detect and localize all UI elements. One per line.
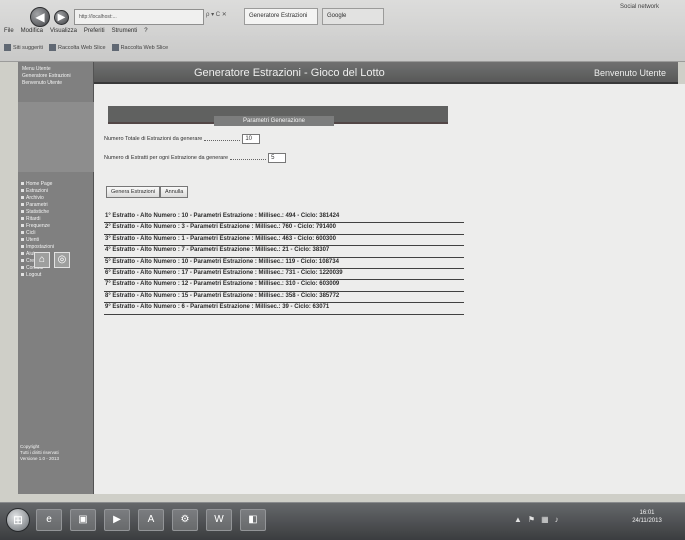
menu-modifica[interactable]: Modifica: [21, 28, 43, 37]
bullet-icon: [21, 196, 24, 199]
tab-generatore[interactable]: Generatore Estrazioni: [244, 8, 318, 25]
sidebar: Menu Utente Generatore Estrazioni Benven…: [18, 62, 94, 494]
main-content: Parametri Generazione Numero Totale di E…: [94, 84, 685, 494]
bullet-icon: [21, 245, 24, 248]
bullet-icon: [21, 231, 24, 234]
favorite-icon: [48, 43, 56, 51]
flag-icon[interactable]: ⚑: [528, 515, 535, 524]
result-line: 1° Estratto - Alto Numero : 10 - Paramet…: [104, 212, 464, 224]
ie-icon[interactable]: e: [36, 509, 62, 531]
menu-preferiti[interactable]: Preferiti: [84, 28, 105, 37]
globe-icon[interactable]: ◎: [54, 252, 70, 268]
arrow-up-icon[interactable]: ▲: [514, 515, 522, 524]
field-label: Numero di Estratti per ogni Estrazione d…: [104, 155, 229, 161]
sidebar-header: Menu Utente Generatore Estrazioni Benven…: [22, 66, 71, 86]
bullet-icon: [21, 259, 24, 262]
home-icon[interactable]: ⌂: [34, 252, 50, 268]
favorite-icon: [111, 43, 119, 51]
result-line: 2° Estratto - Alto Numero : 3 - Parametr…: [104, 223, 464, 235]
bullet-icon: [21, 203, 24, 206]
volume-icon[interactable]: ♪: [555, 515, 559, 524]
bullet-icon: [21, 273, 24, 276]
bullet-icon: [21, 189, 24, 192]
sidebar-menu-item[interactable]: Home Page: [21, 180, 93, 187]
taskbar: ⊞ e ▣ ▶ A ⚙ W ◧ ▲ ⚑ ▦ ♪ 16:01 24/11/2013: [0, 502, 685, 540]
generate-button[interactable]: Genera Estrazioni: [106, 186, 161, 198]
address-bar[interactable]: http://localhost:...: [74, 9, 204, 25]
favorite-icon: [4, 43, 11, 51]
network-icon[interactable]: ▦: [541, 515, 549, 524]
sidebar-menu-item[interactable]: Ritardi: [21, 215, 93, 222]
system-tray: ▲ ⚑ ▦ ♪: [514, 515, 559, 524]
bullet-icon: [21, 266, 24, 269]
page-title: Generatore Estrazioni - Gioco del Lotto: [194, 67, 385, 79]
sidebar-band: [18, 102, 94, 172]
result-line: 4° Estratto - Alto Numero : 7 - Parametr…: [104, 246, 464, 258]
param-row-numbers: Numero di Estratti per ogni Estrazione d…: [104, 153, 287, 163]
reset-button[interactable]: Annulla: [160, 186, 189, 198]
back-button[interactable]: ◀: [30, 7, 50, 27]
sidebar-menu-item[interactable]: Logout: [21, 271, 93, 278]
result-line: 6° Estratto - Alto Numero : 17 - Paramet…: [104, 269, 464, 281]
param-row-total: Numero Totale di Estrazioni da generare …: [104, 134, 261, 144]
sidebar-menu-item[interactable]: Statistiche: [21, 208, 93, 215]
menu-strumenti[interactable]: Strumenti: [112, 28, 138, 37]
result-line: 9° Estratto - Alto Numero : 6 - Parametr…: [104, 303, 464, 315]
sidebar-menu-item[interactable]: Estrazioni: [21, 187, 93, 194]
favorite-item[interactable]: Siti suggeriti: [4, 43, 43, 51]
settings-icon[interactable]: ⚙: [172, 509, 198, 531]
browser-chrome: ◀ ▶ http://localhost:... ρ ▾ C ✕ Generat…: [0, 0, 685, 62]
sidebar-menu-item[interactable]: Cicli: [21, 229, 93, 236]
favorite-item[interactable]: Raccolta Web Slice: [48, 43, 106, 51]
menu-file[interactable]: File: [4, 28, 14, 37]
bullet-icon: [21, 217, 24, 220]
results-list: 1° Estratto - Alto Numero : 10 - Paramet…: [104, 212, 464, 315]
bullet-icon: [21, 210, 24, 213]
sidebar-menu-item[interactable]: Impostazioni: [21, 243, 93, 250]
sidebar-menu-item[interactable]: Archivio: [21, 194, 93, 201]
menu-visualizza[interactable]: Visualizza: [50, 28, 77, 37]
sidebar-footer: Copyright Tutti i diritti riservati Vers…: [20, 444, 60, 461]
menu-bar: File Modifica Visualizza Preferiti Strum…: [4, 28, 304, 37]
page-header: Generatore Estrazioni - Gioco del Lotto …: [94, 62, 678, 84]
favorite-item[interactable]: Raccolta Web Slice: [111, 43, 168, 51]
result-line: 7° Estratto - Alto Numero : 12 - Paramet…: [104, 280, 464, 292]
outlook-icon[interactable]: ◧: [240, 509, 266, 531]
start-button[interactable]: ⊞: [6, 508, 30, 532]
clock[interactable]: 16:01 24/11/2013: [622, 509, 672, 525]
sidebar-icons: ⌂ ◎: [34, 252, 70, 268]
bullet-icon: [21, 224, 24, 227]
window-title: Social network: [620, 4, 660, 10]
bullet-icon: [21, 252, 24, 255]
tab-google[interactable]: Google: [322, 8, 384, 25]
favorites-bar: Siti suggeriti Raccolta Web Slice Raccol…: [4, 42, 404, 52]
sidebar-menu-item[interactable]: Frequenze: [21, 222, 93, 229]
user-greeting[interactable]: Benvenuto Utente: [594, 68, 666, 78]
sidebar-menu-item[interactable]: Parametri: [21, 201, 93, 208]
address-tools[interactable]: ρ ▾ C ✕: [206, 11, 227, 18]
bullet-icon: [21, 182, 24, 185]
acrobat-icon[interactable]: A: [138, 509, 164, 531]
result-line: 5° Estratto - Alto Numero : 10 - Paramet…: [104, 258, 464, 269]
word-icon[interactable]: W: [206, 509, 232, 531]
sidebar-menu-item[interactable]: Utenti: [21, 236, 93, 243]
bullet-icon: [21, 238, 24, 241]
result-line: 3° Estratto - Alto Numero : 1 - Parametr…: [104, 235, 464, 247]
forward-button[interactable]: ▶: [54, 10, 69, 25]
numbers-per-extraction-input[interactable]: 5: [268, 153, 287, 163]
section-title: Parametri Generazione: [214, 116, 334, 126]
library-icon[interactable]: ▣: [70, 509, 96, 531]
result-line: 8° Estratto - Alto Numero : 15 - Paramet…: [104, 292, 464, 304]
menu-help[interactable]: ?: [144, 28, 147, 37]
media-player-icon[interactable]: ▶: [104, 509, 130, 531]
field-label: Numero Totale di Estrazioni da generare: [104, 136, 203, 142]
total-extractions-input[interactable]: 10: [242, 134, 261, 144]
